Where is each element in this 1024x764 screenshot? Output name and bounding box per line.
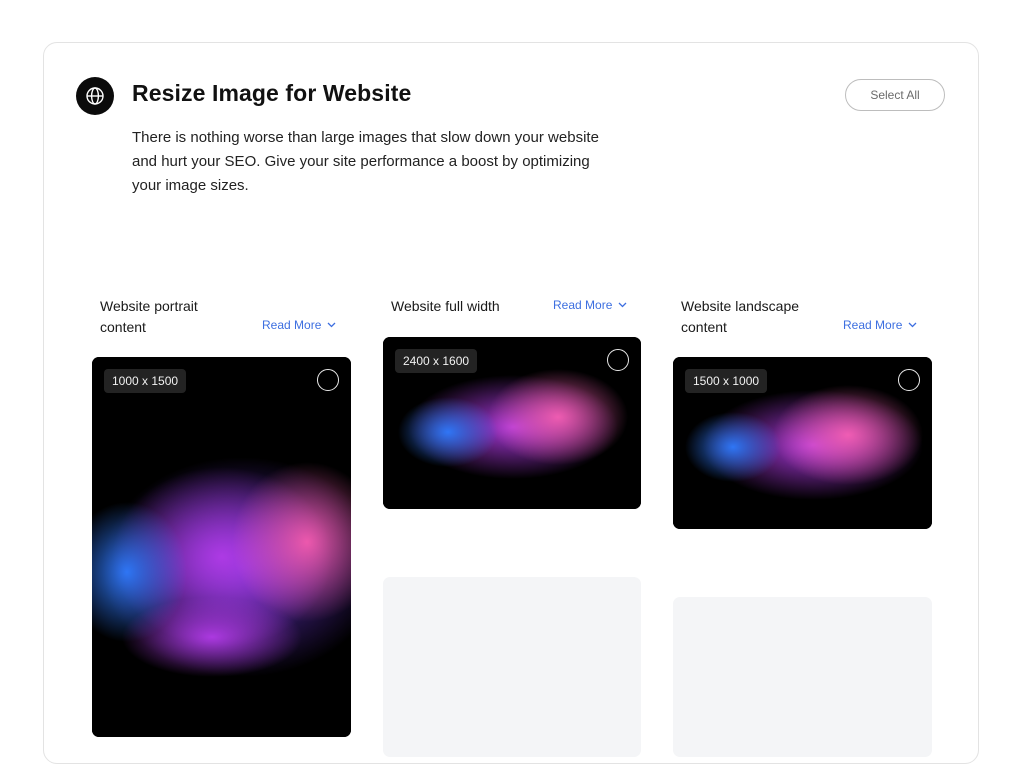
size-badge: 2400 x 1600 <box>395 349 478 373</box>
read-more-label: Read More <box>553 298 613 312</box>
chevron-down-icon <box>618 302 627 308</box>
column-label-landscape: Website landscape content <box>681 298 800 335</box>
read-more-label: Read More <box>262 318 322 332</box>
chevron-down-icon <box>908 322 917 328</box>
image-card-landscape[interactable]: 1500 x 1000 <box>673 357 932 529</box>
size-badge: 1000 x 1500 <box>104 369 187 393</box>
image-card-portrait[interactable]: 1000 x 1500 <box>92 357 351 737</box>
column-label-full-width: Website full width <box>391 298 500 314</box>
color-powder-image <box>92 357 351 737</box>
read-more-full-width[interactable]: Read More <box>553 298 627 312</box>
column-label-portrait: Website portrait content <box>100 298 198 335</box>
section-description: There is nothing worse than large images… <box>132 129 599 194</box>
image-placeholder <box>383 577 641 757</box>
select-checkbox[interactable] <box>317 369 339 391</box>
read-more-portrait[interactable]: Read More <box>262 318 336 332</box>
read-more-landscape[interactable]: Read More <box>843 318 917 332</box>
select-all-button[interactable]: Select All <box>845 79 945 111</box>
section-title: Resize Image for Website <box>132 80 412 106</box>
select-checkbox[interactable] <box>607 349 629 371</box>
globe-icon <box>76 77 114 115</box>
size-badge: 1500 x 1000 <box>685 369 768 393</box>
chevron-down-icon <box>327 322 336 328</box>
read-more-label: Read More <box>843 318 903 332</box>
image-card-full-width[interactable]: 2400 x 1600 <box>383 337 641 509</box>
image-placeholder <box>673 597 932 757</box>
select-checkbox[interactable] <box>898 369 920 391</box>
